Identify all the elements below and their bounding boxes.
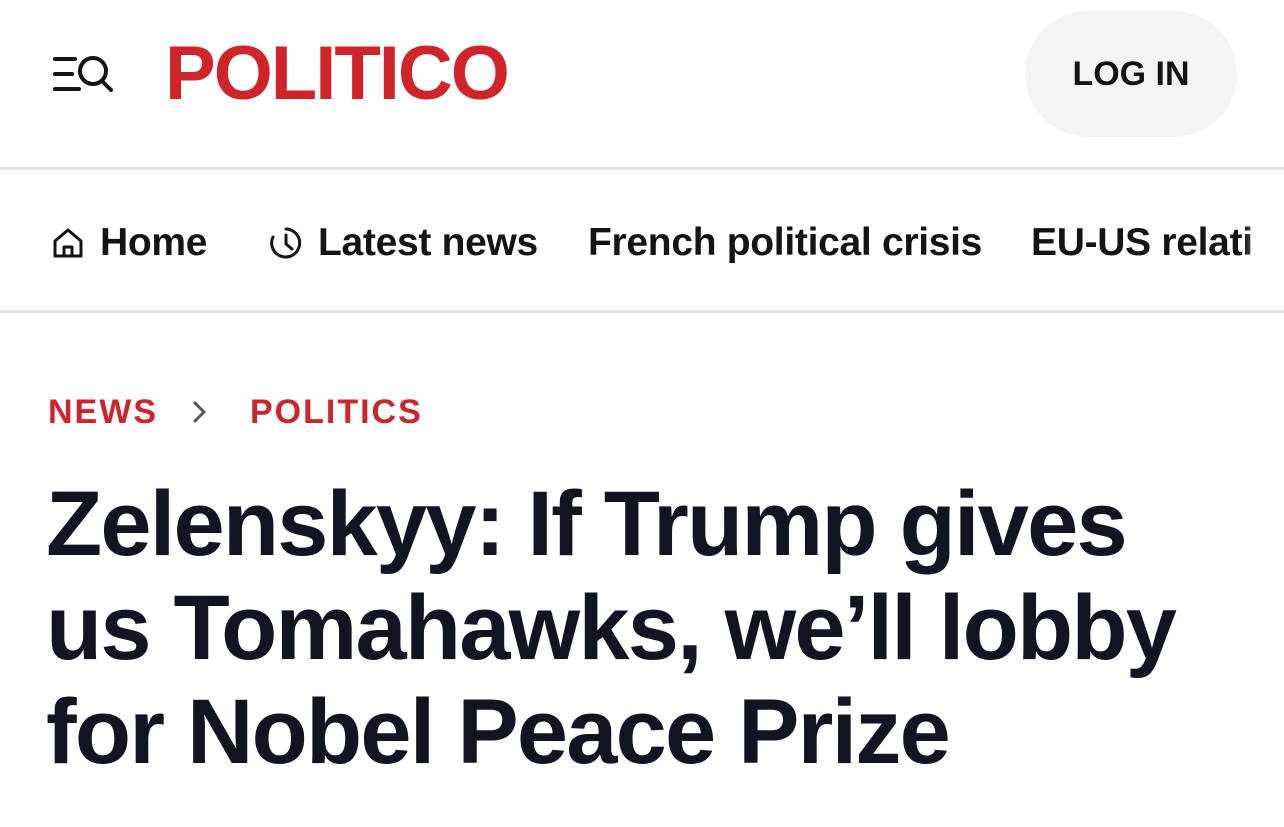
home-icon — [50, 225, 86, 261]
nav-item-french-political-crisis[interactable]: French political crisis — [588, 218, 982, 268]
nav-item-label: French political crisis — [588, 221, 983, 264]
login-button[interactable]: LOG IN — [1025, 11, 1237, 137]
menu-search-icon[interactable] — [52, 50, 116, 98]
chevron-right-icon — [188, 398, 212, 426]
nav-item-label: Latest news — [318, 221, 538, 264]
nav-item-eu-us-relations[interactable]: EU-US relati — [1031, 218, 1253, 268]
nav-item-label: EU-US relati — [1031, 221, 1253, 264]
nav-item-label: Home — [100, 221, 208, 264]
article-headline: Zelenskyy: If Trump gives us Tomahawks, … — [46, 473, 1177, 783]
clock-icon — [268, 225, 304, 261]
breadcrumb-politics[interactable]: POLITICS — [250, 393, 423, 432]
politico-logo[interactable]: POLITICO — [165, 30, 510, 118]
top-header: POLITICO LOG IN — [0, 0, 1284, 170]
nav-item-home[interactable]: Home — [50, 218, 207, 268]
breadcrumb: NEWS POLITICS — [48, 390, 423, 434]
section-nav: Home Latest news French political crisis… — [0, 170, 1284, 313]
nav-item-latest-news[interactable]: Latest news — [268, 218, 538, 268]
nav-overflow-fade — [1244, 170, 1284, 310]
breadcrumb-news[interactable]: NEWS — [48, 393, 158, 432]
